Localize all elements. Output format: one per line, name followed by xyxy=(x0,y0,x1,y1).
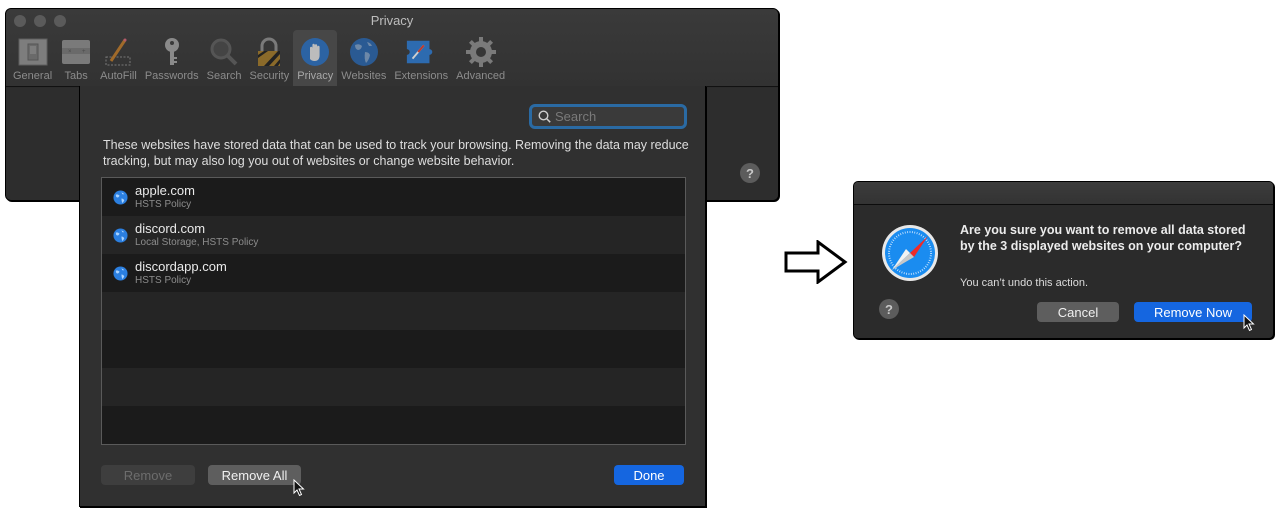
safari-compass-icon xyxy=(882,225,938,281)
list-item[interactable]: apple.com HSTS Policy xyxy=(102,178,685,216)
dialog-message: Are you sure you want to remove all data… xyxy=(960,223,1246,253)
help-button[interactable]: ? xyxy=(879,299,899,319)
site-data-types: Local Storage, HSTS Policy xyxy=(135,236,259,248)
svg-text:+: + xyxy=(82,49,86,55)
dialog-informative-text: You can’t undo this action. xyxy=(960,277,1089,289)
tab-websites[interactable]: Websites xyxy=(337,30,390,86)
tab-autofill[interactable]: AutoFill xyxy=(96,30,141,86)
globe-icon xyxy=(113,265,128,281)
empty-row xyxy=(102,330,685,368)
search-input[interactable] xyxy=(555,109,675,124)
list-item[interactable]: discord.com Local Storage, HSTS Policy xyxy=(102,216,685,254)
empty-row xyxy=(102,292,685,330)
gear-icon xyxy=(465,36,497,68)
globe-icon xyxy=(348,36,380,68)
mouse-pointer-icon xyxy=(293,479,305,497)
tab-general[interactable]: General xyxy=(9,30,56,86)
general-switch-icon xyxy=(17,36,49,68)
empty-row xyxy=(102,406,685,444)
done-button[interactable]: Done xyxy=(614,465,684,485)
window-title: Privacy xyxy=(370,13,414,28)
site-data-types: HSTS Policy xyxy=(135,198,192,210)
preferences-toolbar: Privacy General × + Tabs AutoFill Passwo… xyxy=(6,9,778,87)
hand-icon xyxy=(299,36,331,68)
tabs-icon: × + xyxy=(60,36,92,68)
mouse-pointer-icon xyxy=(1243,314,1255,332)
list-item[interactable]: discordapp.com HSTS Policy xyxy=(102,254,685,292)
site-name: discordapp.com xyxy=(135,258,227,274)
autofill-pencil-icon xyxy=(102,36,134,68)
remove-now-button[interactable]: Remove Now xyxy=(1134,302,1252,322)
website-data-list[interactable]: apple.com HSTS Policy discord.com Local … xyxy=(101,177,686,445)
magnifier-icon xyxy=(208,36,240,68)
right-arrow-icon xyxy=(784,240,848,284)
confirm-remove-dialog: Are you sure you want to remove all data… xyxy=(853,181,1274,339)
remove-all-button[interactable]: Remove All xyxy=(208,465,301,485)
tab-search[interactable]: Search xyxy=(203,30,246,86)
tab-advanced[interactable]: Advanced xyxy=(452,30,509,86)
padlock-icon xyxy=(253,36,285,68)
search-field[interactable] xyxy=(529,104,687,129)
tab-extensions[interactable]: Extensions xyxy=(390,30,452,86)
help-button[interactable]: ? xyxy=(740,163,760,183)
tab-privacy[interactable]: Privacy xyxy=(293,30,338,86)
dialog-titlebar xyxy=(854,182,1273,205)
globe-icon xyxy=(113,227,128,243)
globe-icon xyxy=(113,189,128,205)
tab-security[interactable]: Security xyxy=(245,30,293,86)
cancel-button[interactable]: Cancel xyxy=(1037,302,1119,322)
site-name: discord.com xyxy=(135,220,206,236)
empty-row xyxy=(102,368,685,406)
website-data-sheet: These websites have stored data that can… xyxy=(79,86,706,507)
preferences-tabs: General × + Tabs AutoFill Passwords Sear… xyxy=(9,30,509,86)
search-icon xyxy=(538,110,551,123)
sheet-description: These websites have stored data that can… xyxy=(103,138,689,168)
svg-text:×: × xyxy=(68,49,72,55)
remove-button[interactable]: Remove xyxy=(101,465,195,485)
site-name: apple.com xyxy=(135,182,195,198)
puzzle-compass-icon xyxy=(405,36,437,68)
site-data-types: HSTS Policy xyxy=(135,274,192,286)
key-icon xyxy=(156,36,188,68)
tab-tabs[interactable]: × + Tabs xyxy=(56,30,96,86)
tab-passwords[interactable]: Passwords xyxy=(141,30,203,86)
